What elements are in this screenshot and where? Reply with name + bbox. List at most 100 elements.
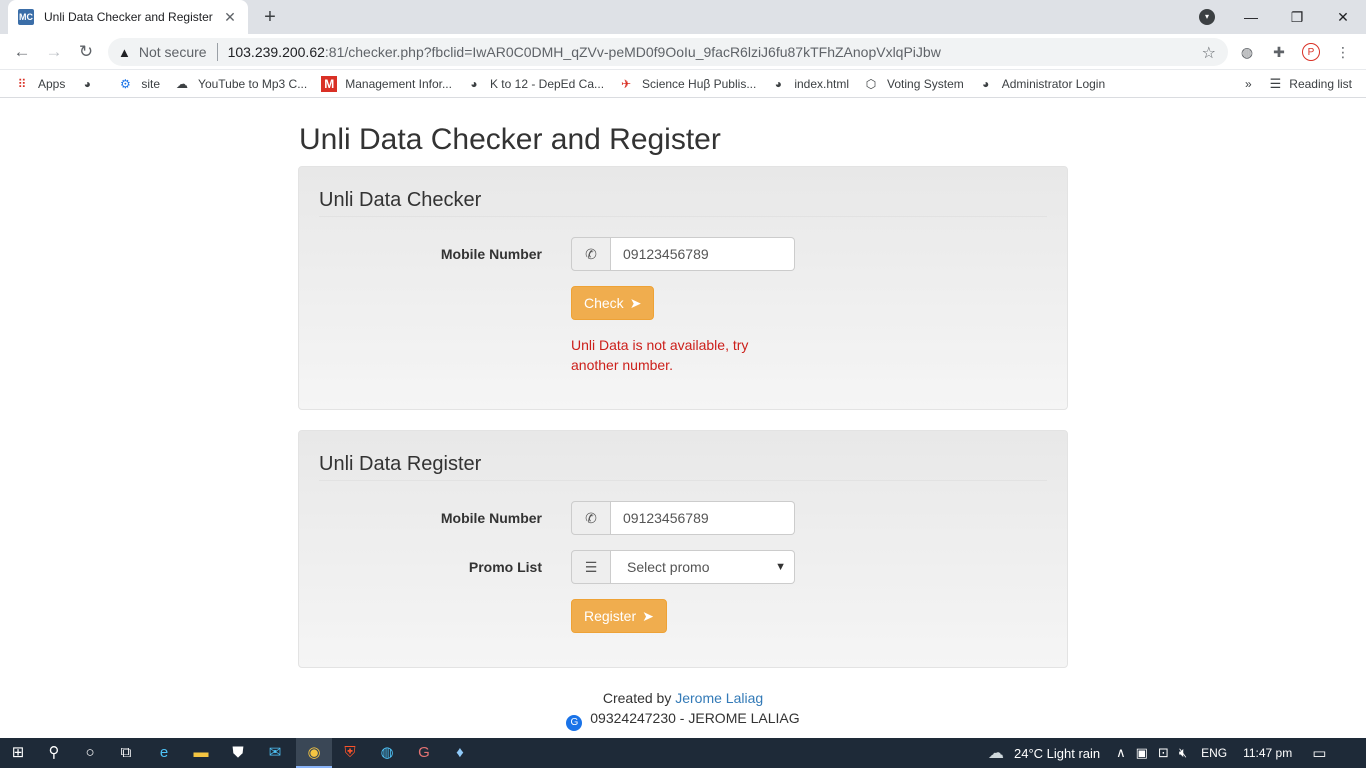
bookmark-index-html[interactable]: ◕ index.html bbox=[770, 76, 849, 92]
bookmark-label: Science Huβ Publis... bbox=[642, 76, 757, 91]
globe-icon: ◕ bbox=[774, 76, 782, 91]
window-close-icon[interactable]: ✕ bbox=[1320, 9, 1366, 26]
gear-icon: ⚙ bbox=[119, 76, 131, 91]
bookmark-site[interactable]: ⚙ site bbox=[117, 76, 160, 92]
author-link[interactable]: Jerome Laliag bbox=[675, 690, 763, 706]
browser-toolbar: ← → ↻ ▲ Not secure 103.239.200.62 :81/ch… bbox=[0, 34, 1366, 70]
forward-arrow-icon[interactable]: → bbox=[42, 41, 66, 63]
register-panel: Unli Data Register Mobile Number ✆ 09123… bbox=[298, 430, 1068, 668]
system-tray: ☁ 24°C Light rain ∧ ▣ ⊡ 🔇︎ ENG 11:47 pm … bbox=[988, 738, 1326, 768]
bookmark-science-hub[interactable]: ✈ Science Huβ Publis... bbox=[618, 76, 756, 92]
file-explorer-icon[interactable]: ▬ bbox=[191, 743, 211, 763]
reading-list-icon[interactable]: ☰ bbox=[1270, 76, 1282, 92]
checker-mobile-group: ✆ 09123456789 bbox=[571, 237, 795, 271]
language-indicator[interactable]: ENG bbox=[1201, 746, 1227, 760]
not-secure-label[interactable]: Not secure bbox=[139, 44, 207, 60]
tray-chevron-up-icon[interactable]: ∧ bbox=[1116, 745, 1126, 761]
globe-icon: ◕ bbox=[83, 76, 91, 91]
url-host: 103.239.200.62 bbox=[227, 44, 325, 60]
checker-panel: Unli Data Checker Mobile Number ✆ 091234… bbox=[298, 166, 1068, 410]
phone-icon: ✆ bbox=[571, 501, 611, 535]
browser-tab-strip: MC Unli Data Checker and Register ✕ + ▾ … bbox=[0, 0, 1366, 34]
app-g-icon[interactable]: G bbox=[414, 743, 434, 763]
warning-triangle-icon[interactable]: ▲ bbox=[118, 45, 131, 60]
more-bookmarks-chevron-icon[interactable]: » bbox=[1245, 77, 1252, 91]
bookmark-k-to-12[interactable]: ◕ K to 12 - DepEd Ca... bbox=[466, 76, 604, 92]
task-view-icon[interactable]: ⧉ bbox=[116, 743, 136, 763]
chrome-icon[interactable]: ◉ bbox=[304, 743, 324, 763]
bookmark-star-icon[interactable]: ☆ bbox=[1202, 43, 1216, 63]
bookmark-globe[interactable]: ◕ bbox=[79, 76, 103, 92]
windows-start-icon[interactable]: ⊞ bbox=[8, 743, 28, 763]
app-globe-icon[interactable]: ◍ bbox=[377, 743, 397, 763]
volume-muted-icon[interactable]: 🔇︎ bbox=[1179, 745, 1187, 761]
footer-contact: 09324247230 - JEROME LALIAG bbox=[590, 710, 800, 726]
meet-now-icon[interactable]: ▣ bbox=[1136, 745, 1148, 761]
checker-divider bbox=[319, 216, 1047, 217]
bookmark-apps[interactable]: ⠿ Apps bbox=[14, 76, 66, 92]
weather-cloud-icon[interactable]: ☁ bbox=[988, 743, 1004, 763]
check-button[interactable]: Check ➤ bbox=[571, 286, 655, 320]
bookmark-label: K to 12 - DepEd Ca... bbox=[489, 76, 605, 91]
windows-taskbar: ⊞ ⚲ ○ ⧉ e ▬ ⛊ ✉ ◉ ⛨ ◍ G ♦ ☁ 24°C Light r… bbox=[0, 738, 1366, 768]
register-heading: Unli Data Register bbox=[319, 453, 482, 475]
extensions-puzzle-icon[interactable]: ✚ bbox=[1270, 43, 1288, 61]
mail-icon[interactable]: ✉ bbox=[265, 743, 285, 763]
checker-heading: Unli Data Checker bbox=[319, 189, 482, 211]
tab-title: Unli Data Checker and Register bbox=[44, 10, 213, 24]
bookmark-management-info[interactable]: M Management Infor... bbox=[321, 75, 452, 92]
register-button[interactable]: Register ➤ bbox=[571, 599, 667, 633]
checker-error-message: Unli Data is not available, try another … bbox=[571, 337, 749, 373]
app-pin-icon[interactable]: ♦ bbox=[450, 743, 470, 763]
bird-icon: ✈ bbox=[621, 76, 632, 91]
browser-tab-active[interactable]: MC Unli Data Checker and Register ✕ bbox=[8, 0, 248, 34]
back-arrow-icon[interactable]: ← bbox=[10, 41, 34, 63]
bookmark-admin-login[interactable]: ◕ Administrator Login bbox=[978, 76, 1105, 92]
cortana-circle-icon[interactable]: ○ bbox=[80, 743, 100, 763]
reading-list-label[interactable]: Reading list bbox=[1289, 77, 1352, 91]
profile-avatar-icon[interactable]: P bbox=[1302, 43, 1320, 61]
m-logo-icon: M bbox=[321, 75, 338, 92]
bookmark-label: Management Infor... bbox=[345, 76, 452, 91]
footer-contact-row: G 09324247230 - JEROME LALIAG bbox=[0, 710, 1366, 731]
network-icon[interactable]: ⊡ bbox=[1158, 745, 1169, 761]
register-mobile-input[interactable]: 09123456789 bbox=[611, 501, 795, 535]
checker-mobile-label: Mobile Number bbox=[440, 246, 542, 262]
bookmark-voting-system[interactable]: ⬡ Voting System bbox=[863, 76, 964, 92]
phone-icon: ✆ bbox=[571, 237, 611, 271]
notifications-icon[interactable]: ▭ bbox=[1312, 744, 1326, 762]
tab-search-chevron-icon[interactable]: ▾ bbox=[1199, 9, 1215, 25]
paper-plane-icon: ➤ bbox=[629, 294, 642, 311]
bookmark-youtube-mp3[interactable]: ☁ YouTube to Mp3 C... bbox=[174, 76, 307, 92]
tab-close-icon[interactable]: ✕ bbox=[222, 9, 238, 25]
register-mobile-group: ✆ 09123456789 bbox=[571, 501, 795, 535]
checker-mobile-input[interactable]: 09123456789 bbox=[611, 237, 795, 271]
globe-icon: ◕ bbox=[470, 76, 478, 91]
extension-globe-icon[interactable]: ◍ bbox=[1238, 43, 1256, 61]
clock[interactable]: 11:47 pm bbox=[1243, 746, 1292, 760]
minimize-icon[interactable]: — bbox=[1228, 9, 1274, 25]
url-path: :81/checker.php?fbclid=IwAR0C0DMH_qZVv-p… bbox=[324, 44, 941, 60]
store-icon[interactable]: ⛊ bbox=[228, 743, 248, 763]
weather-text[interactable]: 24°C Light rain bbox=[1014, 746, 1100, 761]
brave-icon[interactable]: ⛨ bbox=[340, 743, 360, 763]
edge-browser-icon[interactable]: e bbox=[154, 743, 174, 763]
download-cloud-icon: ☁ bbox=[176, 76, 189, 91]
shield-icon: ⬡ bbox=[865, 76, 877, 91]
footer-created-by: Created by bbox=[602, 690, 672, 706]
register-button-label: Register bbox=[584, 608, 637, 624]
bookmarks-right: » ☰ Reading list bbox=[1245, 76, 1352, 92]
register-divider bbox=[319, 480, 1047, 481]
site-favicon-icon: MC bbox=[18, 9, 34, 25]
restore-icon[interactable]: ❐ bbox=[1274, 9, 1320, 26]
reload-icon[interactable]: ↻ bbox=[74, 41, 98, 63]
new-tab-plus-icon[interactable]: + bbox=[258, 6, 282, 28]
menu-kebab-icon[interactable]: ⋮ bbox=[1334, 43, 1352, 61]
promo-select[interactable]: Select promo ▼ bbox=[611, 550, 795, 584]
search-icon[interactable]: ⚲ bbox=[44, 743, 64, 763]
address-bar[interactable]: ▲ Not secure 103.239.200.62 :81/checker.… bbox=[108, 38, 1228, 66]
chevron-down-icon: ▼ bbox=[775, 561, 786, 573]
bookmark-label: Administrator Login bbox=[1001, 76, 1106, 91]
paper-plane-icon: ➤ bbox=[642, 607, 654, 624]
register-mobile-label: Mobile Number bbox=[440, 510, 542, 526]
